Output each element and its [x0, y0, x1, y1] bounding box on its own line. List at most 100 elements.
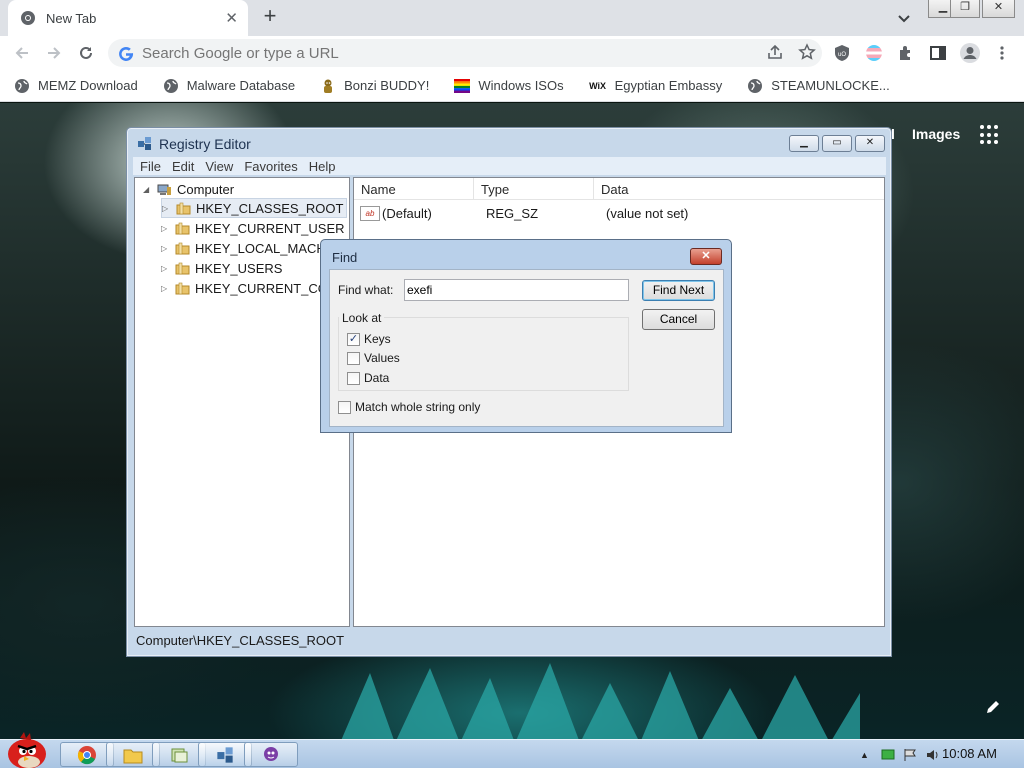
extensions-puzzle-icon[interactable]	[892, 39, 920, 67]
collapse-arrow-icon[interactable]: ◢	[143, 185, 153, 194]
google-apps-icon[interactable]	[980, 125, 1000, 145]
computer-icon	[157, 184, 171, 195]
tree-item-label: HKEY_USERS	[195, 260, 283, 276]
forward-button[interactable]	[38, 37, 70, 69]
expand-arrow-icon[interactable]: ▷	[161, 224, 171, 233]
browser-tab-strip: New Tab ✕ + ▁ ❐ ✕	[0, 0, 1024, 36]
look-at-label: Look at	[339, 311, 385, 325]
expand-arrow-icon[interactable]: ▷	[161, 244, 171, 253]
google-g-icon	[119, 46, 134, 61]
folder-icon	[175, 222, 190, 234]
tab-new-tab[interactable]: New Tab ✕	[8, 0, 248, 36]
share-icon[interactable]	[766, 43, 784, 61]
match-whole-string-row[interactable]: Match whole string only	[338, 400, 480, 414]
show-hidden-icons-icon[interactable]: ▲	[860, 750, 869, 760]
expand-arrow-icon[interactable]: ▷	[162, 204, 172, 213]
angry-bird-start-icon[interactable]	[2, 732, 50, 768]
network-icon[interactable]	[881, 748, 897, 762]
expand-arrow-icon[interactable]: ▷	[161, 264, 171, 273]
find-next-button[interactable]: Find Next	[642, 280, 715, 301]
window-close-button[interactable]: ✕	[982, 0, 1015, 18]
regedit-titlebar: Registry Editor	[136, 135, 251, 152]
side-panel-icon[interactable]	[924, 39, 952, 67]
find-close-button[interactable]: ✕	[690, 248, 722, 265]
new-tab-button[interactable]: +	[258, 5, 282, 29]
windows-taskbar: ▲ 10:08 AM	[0, 732, 1024, 768]
regedit-maximize-button[interactable]: ▭	[822, 135, 852, 152]
menu-file[interactable]: File	[140, 159, 161, 174]
menu-view[interactable]: View	[205, 159, 233, 174]
libraries-icon	[171, 748, 188, 762]
regedit-menubar: File Edit View Favorites Help	[133, 157, 886, 175]
checkbox-label: Match whole string only	[355, 400, 481, 414]
status-path: Computer\HKEY_CLASSES_ROOT	[136, 632, 345, 648]
regedit-minimize-button[interactable]: ▁	[789, 135, 819, 152]
keys-checkbox-row[interactable]: ✓ Keys	[347, 332, 391, 346]
profile-avatar-icon[interactable]	[956, 39, 984, 67]
bookmark-label: Egyptian Embassy	[614, 78, 723, 93]
svg-text:uO: uO	[838, 52, 846, 58]
values-checkbox[interactable]	[347, 351, 360, 365]
chrome-menu-icon[interactable]	[988, 39, 1016, 67]
bookmark-star-icon[interactable]	[798, 43, 816, 61]
images-link[interactable]: Images	[912, 126, 960, 142]
bookmark-malware-database[interactable]: Malware Database	[159, 73, 299, 99]
bookmark-memz[interactable]: MEMZ Download	[10, 73, 142, 99]
bookmark-steamunlocked[interactable]: STEAMUNLOCKE...	[743, 73, 893, 99]
reload-button[interactable]	[70, 37, 102, 69]
table-row[interactable]: ab (Default) REG_SZ (value not set)	[354, 203, 688, 223]
find-what-label: Find what:	[338, 283, 394, 297]
tree-item-hkey-current-config[interactable]: ▷ HKEY_CURRENT_CON	[161, 278, 337, 298]
tree-item-computer[interactable]: ◢ Computer	[143, 179, 234, 199]
omnibox[interactable]	[108, 39, 822, 67]
tab-close-icon[interactable]: ✕	[225, 9, 238, 27]
ublock-extension-icon[interactable]: uO	[828, 39, 856, 67]
tree-item-hkey-local-machine[interactable]: ▷ HKEY_LOCAL_MACHI	[161, 238, 329, 258]
action-center-flag-icon[interactable]	[903, 748, 919, 762]
regedit-close-button[interactable]: ✕	[855, 135, 885, 152]
volume-icon[interactable]	[925, 748, 941, 762]
cancel-button[interactable]: Cancel	[642, 309, 715, 330]
match-whole-string-checkbox[interactable]	[338, 400, 351, 414]
tree-item-hkey-users[interactable]: ▷ HKEY_USERS	[161, 258, 282, 278]
bookmark-egyptian-embassy[interactable]: WiX Egyptian Embassy	[585, 73, 727, 99]
tab-search-chevron-icon[interactable]	[894, 8, 914, 28]
values-checkbox-row[interactable]: Values	[347, 351, 400, 365]
trans-flag-extension-icon[interactable]	[860, 39, 888, 67]
registry-tree-pane[interactable]: ◢ Computer ▷ HKEY_CLASSES_ROOT ▷ HKEY_CU…	[134, 177, 350, 627]
back-arrow-icon	[15, 47, 28, 59]
tree-item-label: HKEY_CURRENT_USER	[195, 220, 345, 236]
column-header-type[interactable]: Type	[474, 178, 594, 200]
chrome-icon	[77, 745, 96, 764]
folder-icon	[175, 262, 190, 274]
data-checkbox-row[interactable]: Data	[347, 371, 389, 385]
back-button[interactable]	[6, 37, 38, 69]
find-what-input[interactable]	[404, 279, 629, 301]
bonzi-icon	[320, 78, 336, 94]
clock-time[interactable]: 10:08 AM	[942, 746, 997, 761]
menu-favorites[interactable]: Favorites	[244, 159, 297, 174]
tab-title: New Tab	[46, 10, 97, 26]
omnibox-input[interactable]	[142, 44, 702, 62]
data-checkbox[interactable]	[347, 371, 360, 385]
find-dialog-title: Find	[332, 250, 358, 265]
checkbox-label: Data	[364, 371, 390, 385]
taskbar-bonzi-button[interactable]	[244, 742, 298, 767]
tree-item-label: Computer	[177, 181, 235, 197]
menu-edit[interactable]: Edit	[172, 159, 194, 174]
keys-checkbox[interactable]: ✓	[347, 332, 360, 346]
expand-arrow-icon[interactable]: ▷	[161, 284, 171, 293]
restore-button[interactable]: ❐	[950, 0, 980, 18]
regedit-statusbar: Computer\HKEY_CLASSES_ROOT	[134, 630, 886, 650]
string-value-icon: ab	[360, 205, 380, 221]
tree-item-hkey-classes-root[interactable]: ▷ HKEY_CLASSES_ROOT	[161, 198, 348, 218]
values-column-headers: Name Type Data	[354, 178, 884, 200]
chrome-icon	[21, 11, 35, 25]
tree-item-hkey-current-user[interactable]: ▷ HKEY_CURRENT_USER	[161, 218, 345, 238]
bookmark-bonzi-buddy[interactable]: Bonzi BUDDY!	[316, 73, 433, 99]
bookmark-windows-isos[interactable]: Windows ISOs	[450, 73, 567, 99]
menu-help[interactable]: Help	[309, 159, 336, 174]
column-header-data[interactable]: Data	[594, 178, 884, 200]
column-header-name[interactable]: Name	[354, 178, 474, 200]
customize-pencil-icon[interactable]	[984, 698, 1002, 716]
